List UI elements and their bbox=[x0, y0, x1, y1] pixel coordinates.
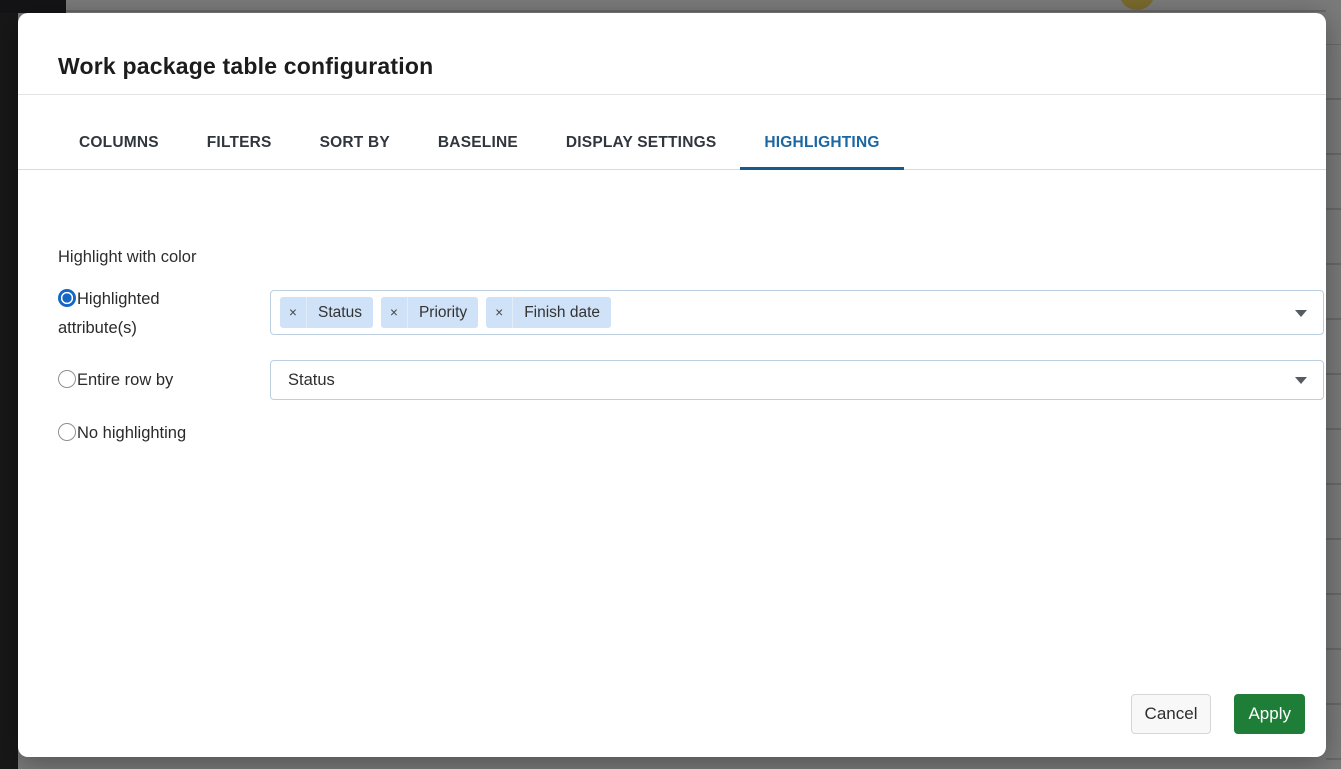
radio-entire-row-by[interactable] bbox=[58, 370, 76, 388]
tab-columns[interactable]: COLUMNS bbox=[55, 134, 183, 170]
backdrop-sidebar-top bbox=[0, 0, 66, 13]
backdrop-table-rows-strip bbox=[1326, 0, 1341, 769]
option-entire-row-by-label: Entire row by bbox=[77, 371, 173, 389]
tab-baseline[interactable]: BASELINE bbox=[414, 134, 542, 170]
entire-row-by-select-value: Status bbox=[288, 371, 335, 390]
chip-label: Priority bbox=[408, 304, 478, 322]
highlight-with-color-label: Highlight with color bbox=[58, 248, 196, 267]
apply-button[interactable]: Apply bbox=[1234, 694, 1305, 734]
chip-label: Finish date bbox=[513, 304, 611, 322]
entire-row-by-select[interactable]: Status bbox=[270, 360, 1324, 400]
chip-label: Status bbox=[307, 304, 373, 322]
tab-sort-by[interactable]: SORT BY bbox=[296, 134, 414, 170]
chip-remove-icon[interactable]: × bbox=[486, 297, 513, 328]
modal-footer: Cancel Apply bbox=[1131, 694, 1305, 734]
tab-display-settings[interactable]: DISPLAY SETTINGS bbox=[542, 134, 741, 170]
option-no-highlighting-label: No highlighting bbox=[77, 424, 186, 442]
chip-priority: × Priority bbox=[381, 297, 478, 328]
caret-down-icon[interactable] bbox=[1295, 377, 1307, 384]
backdrop-sidebar-strip bbox=[0, 0, 18, 769]
highlighted-attributes-multiselect[interactable]: × Status × Priority × Finish date bbox=[270, 290, 1324, 335]
chip-status: × Status bbox=[280, 297, 373, 328]
cancel-button[interactable]: Cancel bbox=[1131, 694, 1212, 734]
caret-down-icon[interactable] bbox=[1295, 310, 1307, 317]
modal-tabs-bar: COLUMNS FILTERS SORT BY BASELINE DISPLAY… bbox=[18, 95, 1326, 170]
radio-no-highlighting[interactable] bbox=[58, 423, 76, 441]
chip-finish-date: × Finish date bbox=[486, 297, 611, 328]
backdrop-header-edge bbox=[66, 10, 1341, 12]
radio-highlighted-attributes[interactable] bbox=[58, 289, 76, 307]
tab-highlighting[interactable]: HIGHLIGHTING bbox=[740, 134, 903, 170]
option-highlighted-attributes: Highlighted attribute(s) bbox=[58, 285, 230, 343]
work-package-table-configuration-modal: Work package table configuration COLUMNS… bbox=[18, 13, 1326, 757]
chip-remove-icon[interactable]: × bbox=[381, 297, 408, 328]
chip-remove-icon[interactable]: × bbox=[280, 297, 307, 328]
modal-title: Work package table configuration bbox=[58, 53, 1286, 80]
modal-header: Work package table configuration bbox=[18, 13, 1326, 95]
user-avatar bbox=[1119, 0, 1155, 10]
tab-filters[interactable]: FILTERS bbox=[183, 134, 296, 170]
option-entire-row-by: Entire row by bbox=[58, 366, 173, 395]
option-no-highlighting: No highlighting bbox=[58, 419, 186, 448]
